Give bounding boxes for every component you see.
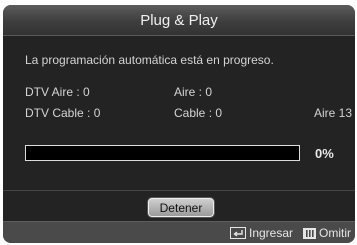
dtv-cable-count: DTV Cable : 0	[25, 106, 101, 120]
progress-percent: 0%	[315, 146, 334, 161]
cable-count: Cable : 0	[174, 106, 223, 120]
air-count: Aire : 0	[174, 85, 213, 99]
skip-hint[interactable]: Omitir	[303, 226, 351, 240]
enter-hint[interactable]: Ingresar	[230, 226, 293, 240]
enter-hint-label: Ingresar	[249, 226, 294, 240]
plug-and-play-dialog: Plug & Play La programación automática e…	[3, 5, 355, 243]
enter-icon	[230, 227, 249, 239]
scan-status-panel: La programación automática está en progr…	[17, 43, 355, 193]
divider	[3, 190, 355, 191]
cable-channels-row: DTV Cable : 0 Cable : 0 Aire 13	[17, 106, 355, 122]
current-channel: Aire 13	[313, 106, 352, 120]
air-channels-row: DTV Aire : 0 Aire : 0	[17, 85, 355, 101]
stop-button[interactable]: Detener	[148, 198, 214, 217]
progress-bar	[25, 145, 300, 161]
dialog-title: Plug & Play	[140, 11, 218, 29]
title-bar: Plug & Play	[3, 5, 355, 36]
dtv-air-count: DTV Aire : 0	[25, 85, 90, 99]
skip-hint-label: Omitir	[319, 226, 351, 240]
footer-bar: Ingresar Omitir	[3, 221, 355, 243]
progress-message: La programación automática está en progr…	[25, 53, 274, 67]
exit-icon	[303, 227, 319, 239]
